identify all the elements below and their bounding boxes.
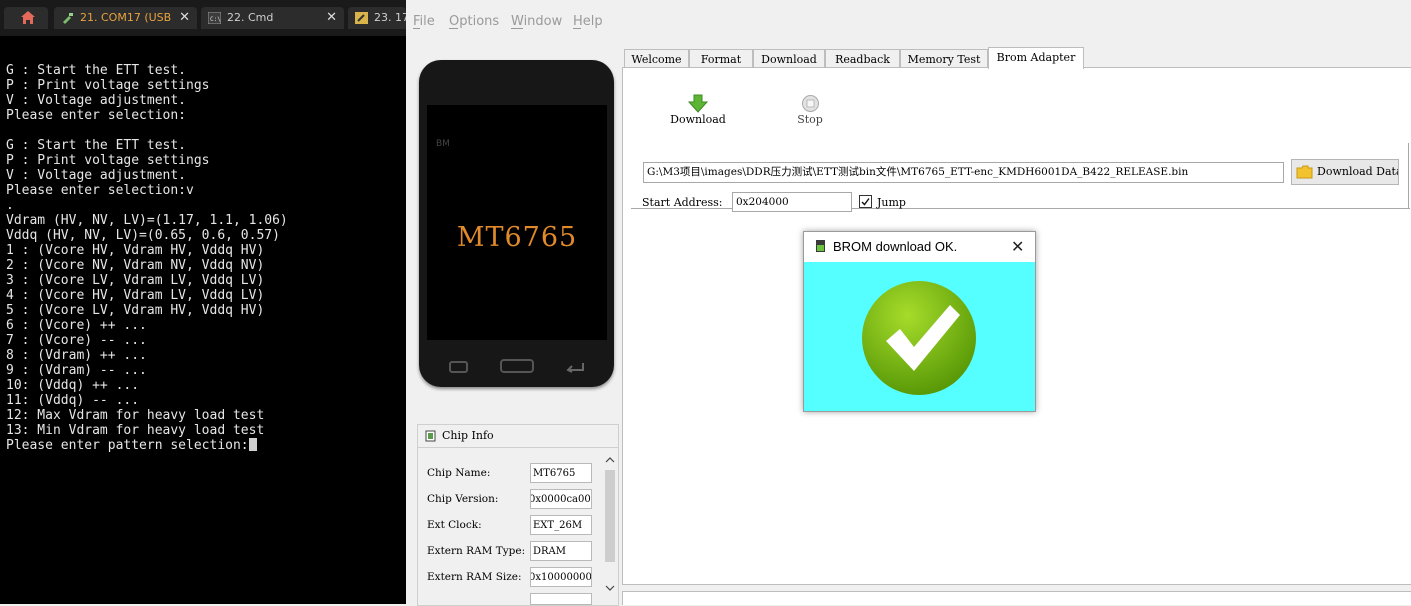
terminal-text: G : Start the ETT test. P : Print voltag… — [6, 63, 288, 453]
tab-readback[interactable]: Readback — [825, 49, 900, 68]
dialog-body — [804, 262, 1035, 411]
ram-size-field[interactable]: 0x100000000 — [530, 567, 592, 587]
tab-memory-test[interactable]: Memory Test — [900, 49, 988, 68]
stop-button-label: Stop — [797, 113, 823, 126]
chip-info-scrollbar[interactable] — [604, 456, 616, 596]
download-file-path-input[interactable]: G:\M3项目\images\DDR压力测试\ETT测试bin文件\MT6765… — [643, 162, 1284, 183]
ext-clock-field[interactable]: EXT_26M — [530, 515, 592, 535]
close-icon[interactable]: ✕ — [1011, 237, 1024, 256]
chip-name-label: Chip Name: — [427, 467, 491, 479]
lower-panel — [622, 591, 1411, 605]
ram-type-label: Extern RAM Type: — [427, 545, 526, 557]
terminal-tab-label: 23. 17 — [374, 11, 406, 24]
tab-download[interactable]: Download — [753, 49, 825, 68]
svg-text:C:\: C:\ — [210, 16, 221, 23]
chip-version-field[interactable]: 0x0000ca00 — [530, 489, 592, 509]
cmd-icon: C:\ — [208, 12, 221, 24]
terminal-tab-17[interactable]: 23. 17 — [348, 7, 406, 29]
home-icon — [21, 11, 35, 24]
download-data-button[interactable]: Download Data — [1291, 159, 1399, 185]
terminal-window: 21. COM17 (USB ✕ C:\ 22. Cmd ✕ 23. 17 G … — [0, 0, 406, 604]
chip-icon — [425, 430, 436, 442]
terminal-cursor — [248, 438, 257, 451]
tab-brom-adapter[interactable]: Brom Adapter — [988, 47, 1084, 69]
phone-model-label: MT6765 — [456, 222, 578, 253]
menu-file[interactable]: File — [413, 14, 435, 29]
start-address-label: Start Address: — [642, 196, 723, 209]
chip-info-header: Chip Info — [418, 425, 618, 448]
terminal-tab-label: 22. Cmd — [227, 11, 274, 24]
chip-name-field[interactable]: MT6765 — [530, 463, 592, 483]
close-icon[interactable]: ✕ — [326, 7, 337, 29]
terminal-tab-label: 21. COM17 (USB — [80, 11, 172, 24]
download-button-label: Download — [670, 113, 726, 126]
terminal-output[interactable]: G : Start the ETT test. P : Print voltag… — [6, 63, 288, 453]
jump-checkbox[interactable] — [859, 195, 872, 208]
brom-download-ok-dialog: BROM download OK. ✕ — [803, 231, 1036, 412]
close-icon[interactable]: ✕ — [179, 7, 190, 29]
chip-version-label: Chip Version: — [427, 493, 499, 505]
menu-window[interactable]: Window — [511, 14, 562, 29]
tab-welcome[interactable]: Welcome — [624, 49, 689, 68]
stop-icon — [801, 95, 819, 112]
stop-button[interactable]: Stop — [785, 94, 835, 130]
download-button[interactable]: Download — [663, 94, 733, 130]
app-icon — [816, 240, 825, 252]
chip-info-panel: Chip Info Chip Name: MT6765 Chip Version… — [417, 424, 619, 606]
jump-label: Jump — [877, 196, 906, 209]
phone-brand: BM — [436, 139, 450, 149]
menu-help[interactable]: Help — [573, 14, 603, 29]
tool-icon — [355, 12, 368, 24]
download-data-label: Download Data — [1317, 165, 1399, 178]
home-key-icon — [500, 359, 534, 373]
menu-options[interactable]: Options — [449, 14, 499, 29]
dialog-title: BROM download OK. — [833, 239, 958, 254]
serial-plug-icon — [63, 13, 73, 24]
terminal-tab-com17[interactable]: 21. COM17 (USB ✕ — [54, 7, 197, 29]
toolbar-divider — [1408, 143, 1409, 209]
menu-underline-marks — [413, 28, 581, 29]
phone-screen: BM MT6765 — [427, 105, 607, 340]
phone-image: BM MT6765 — [419, 60, 614, 387]
success-checkmark-icon — [862, 281, 976, 395]
ext-clock-label: Ext Clock: — [427, 519, 482, 531]
back-key-icon — [566, 363, 584, 373]
chip-extra-field[interactable] — [530, 593, 592, 605]
menu-key-icon — [449, 361, 468, 373]
checkmark-icon — [861, 198, 870, 206]
terminal-tab-bar: 21. COM17 (USB ✕ C:\ 22. Cmd ✕ 23. 17 — [0, 0, 406, 36]
chip-info-title: Chip Info — [442, 429, 494, 442]
start-address-input[interactable]: 0x204000 — [732, 192, 852, 212]
download-arrow-icon — [688, 94, 708, 113]
terminal-home-tab[interactable] — [4, 7, 48, 29]
folder-icon — [1296, 165, 1313, 179]
tab-format[interactable]: Format — [689, 49, 753, 68]
ram-size-label: Extern RAM Size: — [427, 571, 522, 583]
ram-type-field[interactable]: DRAM — [530, 541, 592, 561]
terminal-tab-cmd[interactable]: C:\ 22. Cmd ✕ — [201, 7, 344, 29]
